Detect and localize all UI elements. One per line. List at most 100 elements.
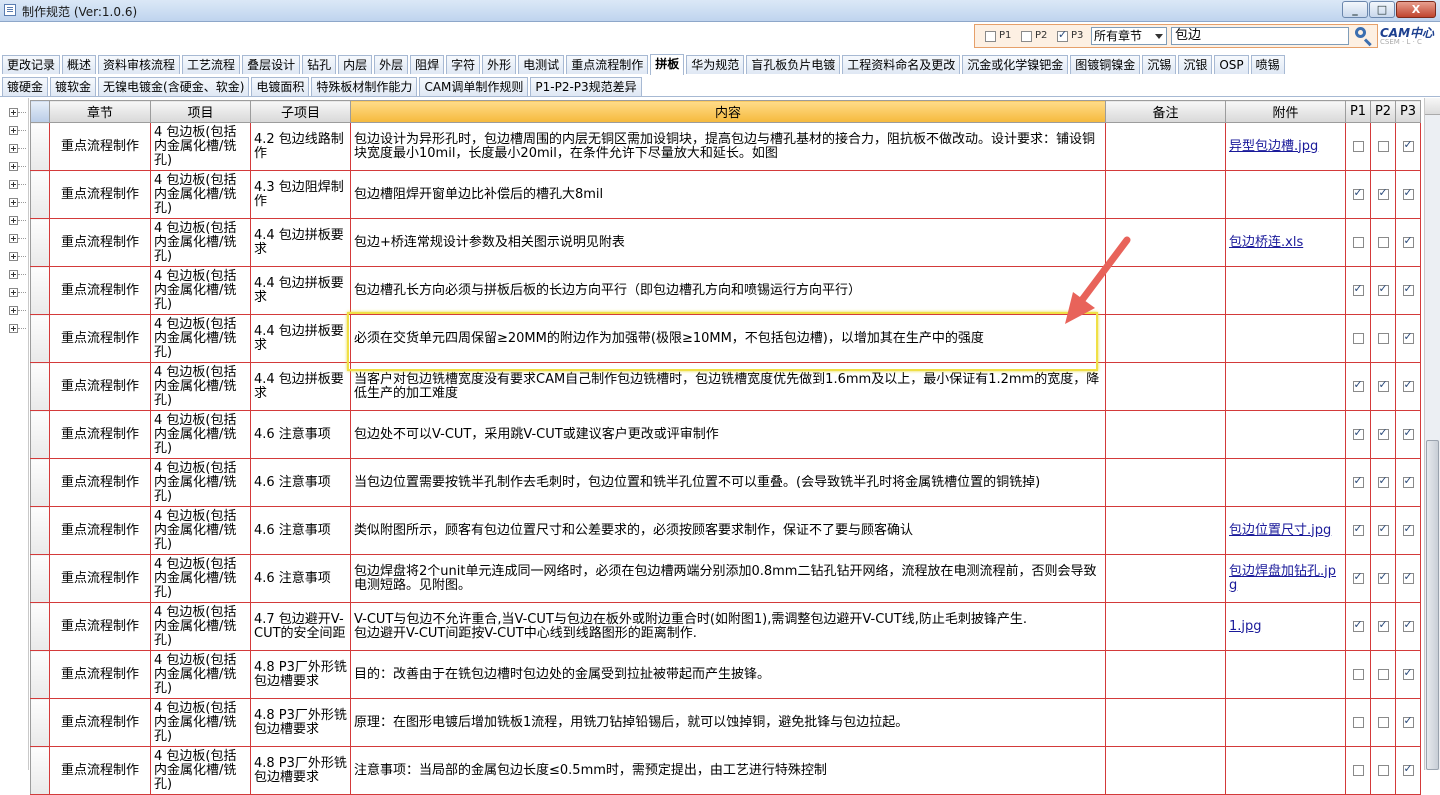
p1-checkbox[interactable] (1352, 618, 1364, 632)
tab-r1-22[interactable]: 喷锡 (1250, 55, 1285, 74)
p1-checkbox[interactable] (1352, 282, 1364, 296)
tab-r1-11[interactable]: 电测试 (518, 55, 565, 74)
table-row[interactable]: 重点流程制作 4 包边板(包括内金属化槽/铣孔) 4.6 注意事项 包边焊盘将2个un… (30, 554, 1421, 603)
scroll-up-button[interactable] (1425, 98, 1440, 115)
tree-expander-icon[interactable] (9, 234, 18, 243)
row-selector[interactable] (30, 362, 50, 411)
attachment-link[interactable]: 1.jpg (1229, 619, 1262, 634)
table-row[interactable]: 重点流程制作 4 包边板(包括内金属化槽/铣孔) 4.7 包边避开V-CUT的安全间… (30, 602, 1421, 651)
grid-corner[interactable] (30, 100, 50, 123)
p1-checkbox[interactable] (1352, 236, 1364, 248)
row-selector[interactable] (30, 506, 50, 555)
p3-checkbox[interactable] (1402, 714, 1414, 728)
table-row[interactable]: 重点流程制作 4 包边板(包括内金属化槽/铣孔) 4.2 包边线路制作 包边设计为异形… (30, 122, 1421, 171)
tree-expander-icon[interactable] (9, 324, 18, 333)
row-selector[interactable] (30, 458, 50, 507)
tree-expander-icon[interactable] (9, 162, 18, 171)
tab-r1-6[interactable]: 内层 (338, 55, 373, 74)
column-header-note[interactable]: 备注 (1105, 100, 1226, 123)
tab-r1-12[interactable]: 重点流程制作 (566, 55, 649, 74)
p3-checkbox[interactable] (1402, 234, 1414, 248)
minimize-button[interactable]: _ (1342, 1, 1368, 18)
row-selector[interactable] (30, 554, 50, 603)
p3-checkbox[interactable] (1402, 186, 1414, 200)
p2-checkbox[interactable] (1377, 378, 1389, 392)
p2-checkbox[interactable] (1377, 282, 1389, 296)
tree-expander-icon[interactable] (9, 144, 18, 153)
tab-r2-6[interactable]: P1-P2-P3规范差异 (530, 77, 642, 96)
tab-r2-0[interactable]: 镀硬金 (2, 77, 49, 96)
row-selector[interactable] (30, 170, 50, 219)
column-header-p2[interactable]: P2 (1370, 100, 1396, 123)
tab-r1-2[interactable]: 资料审核流程 (98, 55, 181, 74)
row-selector[interactable] (30, 650, 50, 699)
p1-checkbox[interactable] (1352, 522, 1364, 536)
tree-expander-icon[interactable] (9, 288, 18, 297)
tab-r1-15[interactable]: 盲孔板负片电镀 (746, 55, 841, 74)
tab-r1-7[interactable]: 外层 (374, 55, 409, 74)
tab-r1-1[interactable]: 概述 (62, 55, 97, 74)
p1-checkbox[interactable] (1352, 378, 1364, 392)
tab-r1-17[interactable]: 沉金或化学镍钯金 (962, 55, 1069, 74)
tab-r1-20[interactable]: 沉银 (1178, 55, 1213, 74)
p3-checkbox[interactable] (1402, 522, 1414, 536)
p2-checkbox[interactable] (1377, 522, 1389, 536)
tab-r1-0[interactable]: 更改记录 (2, 55, 61, 74)
p2-checkbox[interactable] (1377, 764, 1389, 776)
tab-r2-4[interactable]: 特殊板材制作能力 (311, 77, 418, 96)
row-selector[interactable] (30, 218, 50, 267)
search-input[interactable]: 包边 (1171, 27, 1349, 45)
p2-checkbox[interactable] (1377, 236, 1389, 248)
column-header-item[interactable]: 项目 (150, 100, 251, 123)
p3-checkbox[interactable] (1402, 570, 1414, 584)
p1-checkbox[interactable] (1352, 716, 1364, 728)
table-row[interactable]: 重点流程制作 4 包边板(包括内金属化槽/铣孔) 4.8 P3厂外形铣包边槽要求 目的… (30, 650, 1421, 699)
vertical-scrollbar[interactable] (1424, 98, 1440, 770)
p3-filter-checkbox[interactable] (1057, 28, 1068, 42)
p2-checkbox[interactable] (1377, 716, 1389, 728)
column-header-attachment[interactable]: 附件 (1225, 100, 1346, 123)
p3-checkbox[interactable] (1402, 330, 1414, 344)
tree-expander-icon[interactable] (9, 216, 18, 225)
tree-expander-icon[interactable] (9, 108, 18, 117)
attachment-link[interactable]: 包边位置尺寸.jpg (1229, 523, 1331, 538)
tree-expander-icon[interactable] (9, 306, 18, 315)
scrollbar-thumb[interactable] (1426, 440, 1439, 770)
p3-checkbox[interactable] (1402, 474, 1414, 488)
p3-checkbox[interactable] (1402, 666, 1414, 680)
p2-checkbox[interactable] (1377, 332, 1389, 344)
table-row[interactable]: 重点流程制作 4 包边板(包括内金属化槽/铣孔) 4.6 注意事项 当包边位置需要按铣… (30, 458, 1421, 507)
tab-r2-5[interactable]: CAM调单制作规则 (419, 77, 529, 96)
column-header-p3[interactable]: P3 (1395, 100, 1421, 123)
tab-r1-18[interactable]: 图镀铜镍金 (1070, 55, 1141, 74)
tab-r1-19[interactable]: 沉锡 (1142, 55, 1177, 74)
tab-r1-10[interactable]: 外形 (482, 55, 517, 74)
tab-r1-16[interactable]: 工程资料命名及更改 (842, 55, 961, 74)
attachment-link[interactable]: 异型包边槽.jpg (1229, 139, 1318, 154)
table-row[interactable]: 重点流程制作 4 包边板(包括内金属化槽/铣孔) 4.4 包边拼板要求 包边+桥连常规… (30, 218, 1421, 267)
row-selector[interactable] (30, 410, 50, 459)
p1-checkbox[interactable] (1352, 186, 1364, 200)
p3-checkbox[interactable] (1402, 426, 1414, 440)
chapter-select[interactable]: 所有章节 (1091, 27, 1167, 45)
p1-checkbox[interactable] (1352, 570, 1364, 584)
row-selector[interactable] (30, 266, 50, 315)
column-header-p1[interactable]: P1 (1345, 100, 1371, 123)
tab-r1-13[interactable]: 拼板 (650, 54, 685, 75)
tree-expander-icon[interactable] (9, 270, 18, 279)
tab-r1-4[interactable]: 叠层设计 (242, 55, 301, 74)
close-button[interactable]: X (1396, 1, 1436, 18)
p3-checkbox[interactable] (1402, 378, 1414, 392)
p1-filter-checkbox[interactable] (985, 31, 996, 42)
p1-checkbox[interactable] (1352, 426, 1364, 440)
tab-r1-9[interactable]: 字符 (446, 55, 481, 74)
p2-checkbox[interactable] (1377, 618, 1389, 632)
p1-checkbox[interactable] (1352, 764, 1364, 776)
tab-r2-1[interactable]: 镀软金 (50, 77, 97, 96)
table-row[interactable]: 重点流程制作 4 包边板(包括内金属化槽/铣孔) 4.4 包边拼板要求 包边槽孔长方向… (30, 266, 1421, 315)
p1-checkbox[interactable] (1352, 474, 1364, 488)
attachment-link[interactable]: 包边焊盘加钻孔.jpg (1229, 564, 1336, 593)
p2-checkbox[interactable] (1377, 474, 1389, 488)
table-row[interactable]: 重点流程制作 4 包边板(包括内金属化槽/铣孔) 4.3 包边阻焊制作 包边槽阻焊开窗… (30, 170, 1421, 219)
p3-checkbox[interactable] (1402, 282, 1414, 296)
